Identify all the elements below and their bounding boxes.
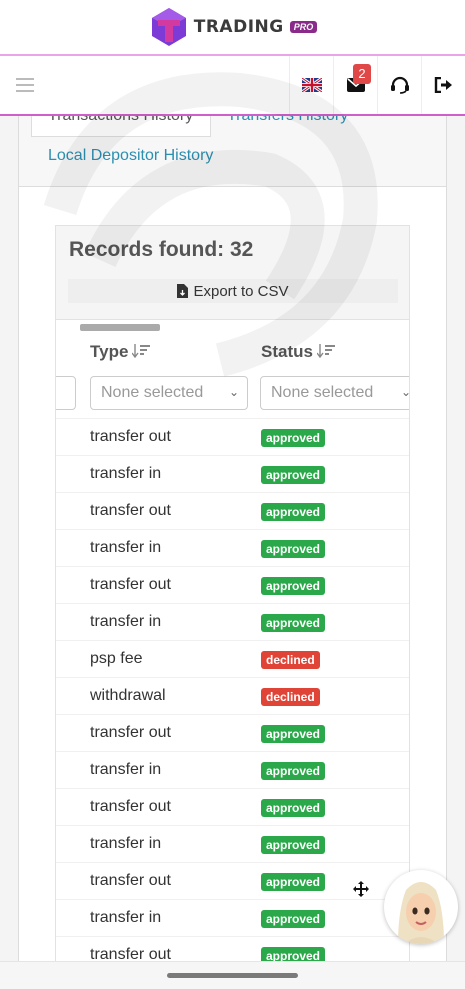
export-csv-label: Export to CSV	[193, 282, 289, 300]
status-filter-select[interactable]: None selected ⌄	[260, 376, 410, 410]
status-badge: approved	[261, 614, 326, 632]
row-type: transfer in	[90, 761, 162, 778]
table-row[interactable]: psp fee declined	[56, 640, 409, 677]
sort-icon	[316, 343, 335, 361]
move-arrows-icon[interactable]	[352, 880, 370, 903]
row-type: transfer in	[90, 465, 162, 482]
row-type: transfer out	[90, 872, 171, 889]
table-row[interactable]: transfer in approved	[56, 529, 409, 566]
row-type: transfer in	[90, 835, 162, 852]
records-count-title: Records found: 32	[69, 238, 254, 261]
status-badge: approved	[261, 799, 326, 817]
status-badge: declined	[261, 688, 320, 706]
assistant-avatar[interactable]	[384, 870, 458, 944]
table-row[interactable]: transfer in approved	[56, 899, 409, 936]
trading-pro-logo-icon	[151, 8, 186, 46]
status-badge: approved	[261, 540, 326, 558]
table-row[interactable]: transfer in approved	[56, 751, 409, 788]
type-filter-value: None selected	[101, 384, 204, 401]
row-type: transfer out	[90, 502, 171, 519]
history-panel: Transactions History Transfers History L…	[18, 100, 447, 989]
column-status-label: Status	[261, 342, 313, 361]
brand-pro-tag: PRO	[289, 21, 318, 33]
status-badge: approved	[261, 762, 326, 780]
filter-previous-column[interactable]	[56, 376, 76, 410]
table-row[interactable]: transfer out approved	[56, 788, 409, 825]
status-badge: approved	[261, 873, 326, 891]
table-row[interactable]: transfer out approved	[56, 714, 409, 751]
hamburger-menu-icon[interactable]	[0, 56, 50, 114]
logout-icon[interactable]	[421, 56, 465, 114]
chevron-down-icon: ⌄	[228, 385, 239, 399]
status-badge: approved	[261, 836, 326, 854]
horizontal-scrollbar-thumb[interactable]	[80, 324, 160, 331]
row-type: withdrawal	[90, 687, 166, 704]
status-badge: approved	[261, 725, 326, 743]
table-row[interactable]: transfer out approved	[56, 492, 409, 529]
unread-messages-badge: 2	[353, 64, 371, 84]
export-csv-button[interactable]: Export to CSV	[68, 279, 398, 303]
status-badge: approved	[261, 577, 326, 595]
table-row[interactable]: transfer in approved	[56, 825, 409, 862]
column-header-status[interactable]: Status	[261, 342, 335, 362]
column-header-type[interactable]: Type	[90, 342, 151, 362]
status-badge: declined	[261, 651, 320, 669]
chevron-down-icon: ⌄	[400, 385, 410, 399]
row-type: transfer out	[90, 428, 171, 445]
status-badge: approved	[261, 503, 326, 521]
top-header: TRADING PRO	[0, 0, 465, 54]
row-type: transfer in	[90, 539, 162, 556]
status-filter-value: None selected	[271, 384, 374, 401]
row-type: transfer in	[90, 909, 162, 926]
row-type: transfer in	[90, 613, 162, 630]
sort-icon	[131, 343, 151, 361]
messages-envelope-icon[interactable]: 2	[333, 56, 377, 114]
brand-logo[interactable]: TRADING PRO	[148, 6, 318, 48]
column-type-label: Type	[90, 342, 129, 361]
table-row[interactable]: transfer in approved	[56, 603, 409, 640]
table-row[interactable]: withdrawal declined	[56, 677, 409, 714]
language-flag-icon[interactable]	[289, 56, 333, 114]
row-type: psp fee	[90, 650, 143, 667]
row-type: transfer out	[90, 724, 171, 741]
table-row[interactable]: transfer out approved	[56, 418, 409, 455]
status-badge: approved	[261, 910, 326, 928]
tab-local-depositor-history[interactable]: Local Depositor History	[48, 147, 213, 165]
status-badge: approved	[261, 466, 326, 484]
type-filter-select[interactable]: None selected ⌄	[90, 376, 248, 410]
support-headset-icon[interactable]	[377, 56, 421, 114]
records-table-card: Records found: 32 Export to CSV Type Sta…	[55, 225, 410, 989]
brand-name: TRADING	[193, 17, 284, 37]
table-row[interactable]: transfer in approved	[56, 455, 409, 492]
file-export-icon	[177, 284, 189, 298]
navbar: 2	[0, 54, 465, 116]
records-header: Records found: 32 Export to CSV	[56, 226, 409, 320]
row-type: transfer out	[90, 576, 171, 593]
home-indicator[interactable]	[167, 973, 298, 978]
bottom-system-bar	[0, 961, 465, 989]
table-row[interactable]: transfer out approved	[56, 566, 409, 603]
status-badge: approved	[261, 429, 326, 447]
row-type: transfer out	[90, 798, 171, 815]
